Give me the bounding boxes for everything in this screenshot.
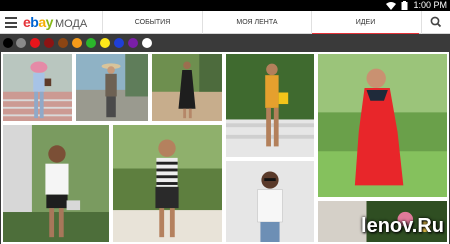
tab-bar: СОБЫТИЯ МОЯ ЛЕНТА ИДЕИ [102, 11, 419, 35]
color-swatch-red[interactable] [30, 38, 40, 48]
wifi-icon [386, 2, 396, 10]
photo-woman-white-tee [3, 125, 109, 242]
logo-letter-y: y [45, 14, 54, 30]
color-swatch-brown[interactable] [58, 38, 68, 48]
logo-suffix: МОДА [54, 18, 88, 30]
color-filter-bar [0, 34, 450, 50]
photo-tile[interactable] [224, 159, 316, 244]
color-swatch-white[interactable] [142, 38, 152, 48]
color-swatch-blue[interactable] [114, 38, 124, 48]
photo-woman-floral-outfit [226, 54, 314, 157]
app-screen: 1:00 PM ebayМОДА СОБЫТИЯ МОЯ ЛЕНТА ИДЕИ [0, 0, 450, 244]
search-icon [430, 16, 442, 28]
status-time: 1:00 PM [413, 0, 447, 10]
ideas-photo-grid: lenov.Ru [0, 50, 450, 244]
photo-woman-black-dress [152, 54, 222, 121]
photo-woman-striped-top [113, 125, 222, 242]
photo-tile[interactable] [224, 52, 316, 159]
watermark-text: lenov.Ru [361, 215, 444, 237]
status-bar: 1:00 PM [0, 0, 450, 11]
photo-tile[interactable] [74, 52, 150, 123]
photo-woman-sunglasses-tee [226, 161, 314, 242]
color-swatch-purple[interactable] [128, 38, 138, 48]
photo-tile[interactable] [1, 52, 74, 123]
hamburger-menu-icon[interactable] [5, 17, 17, 28]
color-swatch-orange[interactable] [72, 38, 82, 48]
photo-tile[interactable] [111, 123, 224, 244]
photo-tile[interactable] [316, 52, 449, 199]
ebay-moda-logo[interactable]: ebay МОДА [23, 14, 87, 31]
app-bar: ebay МОДА СОБЫТИЯ МОЯ ЛЕНТА ИДЕИ [0, 11, 450, 35]
photo-woman-hat-street [76, 54, 148, 121]
color-swatch-yellow[interactable] [100, 38, 110, 48]
battery-icon [401, 1, 408, 10]
photo-tile[interactable] [150, 52, 224, 123]
color-swatch-gray[interactable] [16, 38, 26, 48]
tab-ideas[interactable]: ИДЕИ [311, 11, 419, 35]
color-swatch-dark-red[interactable] [44, 38, 54, 48]
tab-my-feed[interactable]: МОЯ ЛЕНТА [202, 11, 311, 34]
color-swatch-black[interactable] [3, 38, 13, 48]
color-swatch-green[interactable] [86, 38, 96, 48]
search-button[interactable] [421, 11, 450, 34]
logo-letter-a: a [38, 14, 46, 30]
photo-tile[interactable] [1, 123, 111, 244]
tab-events[interactable]: СОБЫТИЯ [102, 11, 202, 34]
photo-woman-red-dress [318, 54, 447, 197]
photo-woman-pink-hat [3, 54, 72, 121]
